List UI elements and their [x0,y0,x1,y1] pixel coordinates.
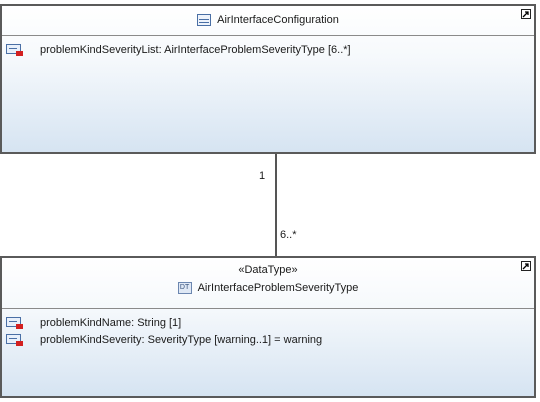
attribute-icon [6,333,23,346]
collapse-icon[interactable] [521,9,531,19]
class-name: AirInterfaceProblemSeverityType [197,282,359,294]
attribute-row[interactable]: problemKindSeverity: SeverityType [warni… [6,331,534,348]
attribute-list: problemKindName: String [1] problemKindS… [2,309,534,348]
attribute-text: problemKindSeverity: SeverityType [warni… [40,333,323,346]
datatype-icon: DT [177,282,192,294]
datatype-air-interface-problem-severity-type[interactable]: «DataType» DT AirInterfaceProblemSeverit… [0,256,536,398]
multiplicity-top: 1 [259,170,266,182]
attribute-icon [6,43,23,56]
class-title: AirInterfaceConfiguration [197,6,339,34]
collapse-icon[interactable] [521,261,531,271]
attribute-row[interactable]: problemKindName: String [1] [6,314,534,331]
attribute-list: problemKindSeverityList: AirInterfacePro… [2,36,534,58]
stereotype-label: «DataType» [238,264,298,276]
attribute-icon [6,316,23,329]
class-air-interface-configuration[interactable]: AirInterfaceConfiguration problemKindSev… [0,4,536,154]
multiplicity-bottom: 6..* [280,229,297,241]
class-header: AirInterfaceConfiguration [2,6,534,36]
class-header: «DataType» DT AirInterfaceProblemSeverit… [2,258,534,309]
association-line[interactable] [275,154,277,256]
class-name: AirInterfaceConfiguration [217,14,339,26]
attribute-text: problemKindName: String [1] [40,316,182,329]
class-title: DT AirInterfaceProblemSeverityType [177,282,359,294]
attribute-row[interactable]: problemKindSeverityList: AirInterfacePro… [6,41,534,58]
class-icon [197,14,212,26]
attribute-text: problemKindSeverityList: AirInterfacePro… [40,43,351,56]
